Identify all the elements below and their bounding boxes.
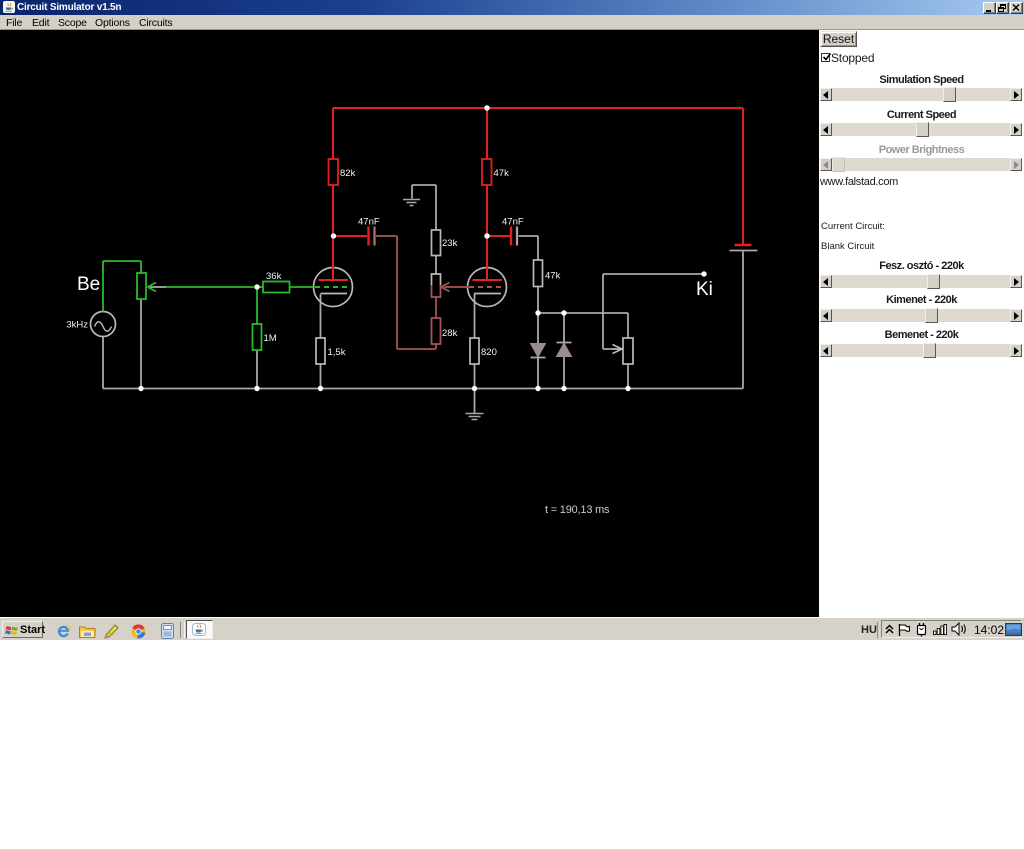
svg-text:820: 820: [481, 347, 497, 358]
svg-text:47k: 47k: [494, 168, 510, 179]
svg-text:1,5k: 1,5k: [328, 347, 346, 358]
svg-text:47nF: 47nF: [358, 217, 380, 228]
svg-text:3kHz: 3kHz: [66, 320, 88, 331]
svg-text:82k: 82k: [340, 168, 356, 179]
svg-text:23k: 23k: [442, 238, 458, 249]
svg-text:1M: 1M: [264, 333, 277, 344]
svg-text:36k: 36k: [266, 271, 282, 282]
svg-text:47nF: 47nF: [502, 217, 524, 228]
svg-text:Be: Be: [77, 274, 100, 295]
svg-text:47k: 47k: [545, 271, 561, 282]
svg-text:28k: 28k: [442, 328, 458, 339]
svg-text:t = 190,13 ms: t = 190,13 ms: [545, 504, 610, 516]
svg-text:Ki: Ki: [696, 279, 713, 300]
